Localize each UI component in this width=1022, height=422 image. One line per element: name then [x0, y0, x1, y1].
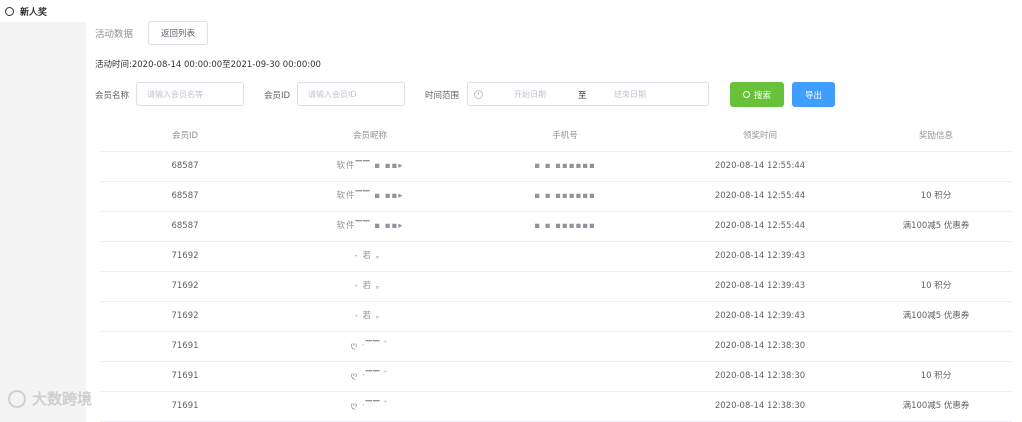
cell-claim-time: 2020-08-14 12:39:43: [714, 311, 806, 321]
cell-member-id: 71692: [171, 311, 199, 321]
member-name-input[interactable]: 请输入会员名等: [136, 82, 244, 106]
column-header-phone: 手机号: [552, 131, 578, 141]
column-header-claim-time: 领奖时间: [742, 131, 777, 141]
logo-icon: [8, 389, 26, 408]
table-row: 71692 - 若 。 2020-08-14 12:39:43: [100, 242, 1012, 272]
cell-claim-time: 2020-08-14 12:38:30: [714, 401, 806, 411]
table-row: 71692 - 若 。 2020-08-14 12:39:43 满100减5 优…: [100, 302, 1012, 332]
cell-member-id: 71691: [171, 371, 199, 381]
date-range-picker[interactable]: 开始日期 至 结束日期: [467, 82, 709, 106]
cell-claim-time: 2020-08-14 12:55:44: [714, 221, 806, 231]
sidebar-item-label: 新人奖: [20, 7, 48, 18]
cell-phone: ▪ ▪ ▪▪▪▪▪▪: [534, 191, 596, 201]
cell-member-id: 68587: [171, 191, 199, 201]
cell-member-id: 71691: [171, 341, 199, 351]
cell-nickname: ღ ·▔▔ ﾞ: [350, 371, 390, 381]
cell-reward: 满100减5 优惠券: [902, 221, 970, 231]
search-button[interactable]: 搜索: [730, 82, 784, 107]
cell-nickname: ღ ·▔▔ ﾞ: [350, 341, 390, 351]
clock-icon: [474, 90, 483, 99]
activity-time: 活动时间:2020-08-14 00:00:00至2021-09-30 00:0…: [95, 60, 321, 70]
back-to-list-button[interactable]: 返回列表: [148, 21, 208, 45]
cell-member-id: 71692: [171, 281, 199, 291]
column-header-reward: 奖励信息: [918, 131, 953, 141]
cell-nickname: 软件▔▔ ▪ ▪▪▸: [336, 221, 404, 231]
table-header: 会员ID 会员昵称 手机号 领奖时间 奖励信息: [100, 122, 1012, 152]
member-name-placeholder: 请输入会员名等: [147, 89, 203, 99]
search-button-label: 搜索: [753, 90, 771, 101]
watermark-text: 大数跨境: [32, 390, 93, 408]
cell-claim-time: 2020-08-14 12:38:30: [714, 371, 806, 381]
cell-phone: [470, 272, 660, 301]
cell-claim-time: 2020-08-14 12:55:44: [714, 191, 806, 201]
end-date-input[interactable]: 结束日期: [614, 89, 646, 100]
table-row: 68587 软件▔▔ ▪ ▪▪▸ ▪ ▪ ▪▪▪▪▪▪ 2020-08-14 1…: [100, 212, 1012, 242]
time-range-label: 时间范围: [425, 91, 460, 101]
cell-member-id: 71692: [171, 251, 199, 261]
radio-icon: [5, 6, 14, 16]
sidebar-item-new-member-award[interactable]: 新人奖: [0, 0, 86, 22]
member-id-placeholder: 请输入会员ID: [308, 89, 357, 99]
cell-nickname: - 若 。: [354, 281, 386, 291]
cell-member-id: 68587: [171, 221, 199, 231]
cell-phone: [470, 242, 660, 271]
cell-reward: 10 积分: [920, 281, 952, 291]
column-header-member-id: 会员ID: [171, 131, 199, 141]
column-header-nickname: 会员昵称: [352, 131, 387, 141]
table-row: 68587 软件▔▔ ▪ ▪▪▸ ▪ ▪ ▪▪▪▪▪▪ 2020-08-14 1…: [100, 152, 1012, 182]
cell-phone: ▪ ▪ ▪▪▪▪▪▪: [534, 161, 596, 171]
member-id-input[interactable]: 请输入会员ID: [297, 82, 405, 106]
cell-nickname: 软件▔▔ ▪ ▪▪▸: [336, 191, 404, 201]
cell-phone: [470, 332, 660, 361]
cell-reward: 10 积分: [920, 191, 952, 201]
cell-nickname: - 若 。: [354, 251, 386, 261]
page-title: 活动数据: [95, 29, 134, 40]
table-row: 71691 ღ ·▔▔ ﾞ 2020-08-14 12:38:30 10 积分: [100, 362, 1012, 392]
cell-phone: [470, 302, 660, 331]
cell-claim-time: 2020-08-14 12:55:44: [714, 161, 806, 171]
cell-nickname: - 若 。: [354, 311, 386, 321]
cell-nickname: 软件▔▔ ▪ ▪▪▸: [336, 161, 404, 171]
data-table: 会员ID 会员昵称 手机号 领奖时间 奖励信息 68587 软件▔▔ ▪ ▪▪▸…: [100, 122, 1012, 422]
table-row: 71691 ღ ·▔▔ ﾞ 2020-08-14 12:38:30 满100减5…: [100, 392, 1012, 422]
member-id-label: 会员ID: [264, 91, 291, 101]
cell-nickname: ღ ·▔▔ ﾞ: [350, 401, 390, 411]
cell-reward: 满100减5 优惠券: [902, 311, 970, 321]
range-separator: 至: [578, 91, 587, 101]
table-row: 68587 软件▔▔ ▪ ▪▪▸ ▪ ▪ ▪▪▪▪▪▪ 2020-08-14 1…: [100, 182, 1012, 212]
table-row: 71691 ღ ·▔▔ ﾞ 2020-08-14 12:38:30: [100, 332, 1012, 362]
cell-reward: [860, 332, 1012, 361]
cell-claim-time: 2020-08-14 12:39:43: [714, 251, 806, 261]
cell-reward: [860, 152, 1012, 181]
cell-reward: 10 积分: [920, 371, 952, 381]
cell-phone: ▪ ▪ ▪▪▪▪▪▪: [534, 221, 596, 231]
table-row: 71692 - 若 。 2020-08-14 12:39:43 10 积分: [100, 272, 1012, 302]
start-date-input[interactable]: 开始日期: [514, 89, 546, 100]
cell-member-id: 68587: [171, 161, 199, 171]
export-button[interactable]: 导出: [792, 82, 835, 107]
watermark: 大数跨境: [8, 388, 92, 409]
cell-member-id: 71691: [171, 401, 199, 411]
cell-reward: [860, 242, 1012, 271]
cell-claim-time: 2020-08-14 12:38:30: [714, 341, 806, 351]
cell-phone: [470, 392, 660, 421]
member-name-label: 会员名称: [95, 91, 130, 101]
cell-reward: 满100减5 优惠券: [902, 401, 970, 411]
search-icon: [742, 91, 750, 98]
cell-phone: [470, 362, 660, 391]
sidebar: 新人奖: [0, 0, 86, 422]
cell-claim-time: 2020-08-14 12:39:43: [714, 281, 806, 291]
